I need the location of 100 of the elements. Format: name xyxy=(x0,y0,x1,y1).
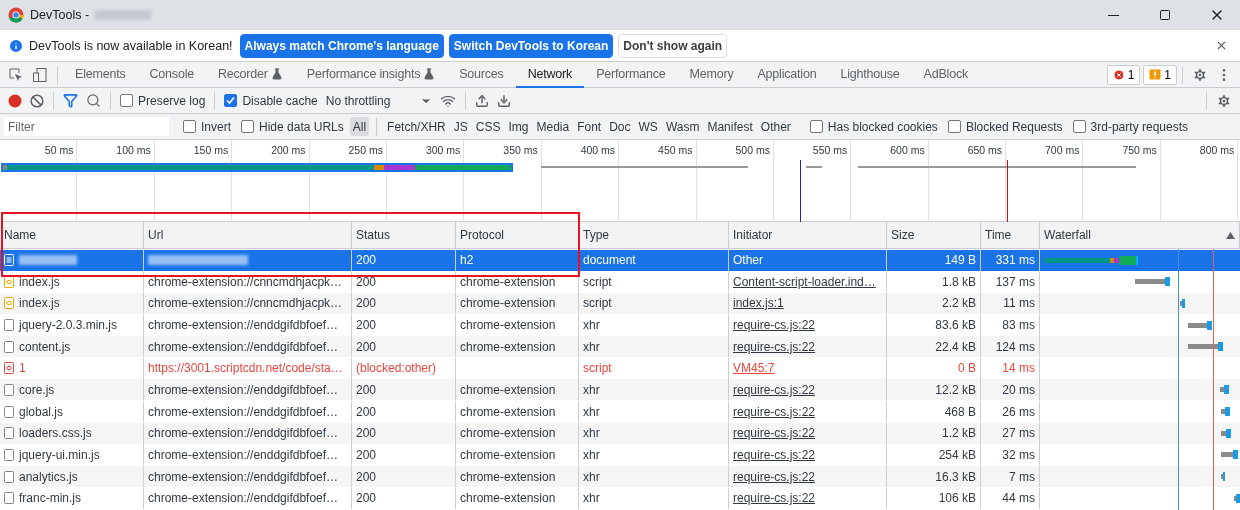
initiator-link[interactable]: require-cs.js:22 xyxy=(733,447,816,462)
waterfall-bar xyxy=(1188,320,1212,330)
request-name-cell[interactable] xyxy=(0,249,144,271)
type-filter-button[interactable]: Other xyxy=(757,117,794,136)
panel-tab[interactable]: Elements xyxy=(63,61,138,88)
document-icon xyxy=(4,254,14,267)
initiator-link[interactable]: require-cs.js:22 xyxy=(733,318,816,333)
panel-tab[interactable]: Performance insights xyxy=(294,61,448,88)
checkbox-option[interactable]: Disable cache xyxy=(220,93,322,108)
maximize-icon xyxy=(1159,9,1171,21)
column-header[interactable]: Size xyxy=(887,222,981,249)
request-name-cell[interactable]: analytics.js xyxy=(0,466,144,488)
waterfall-bar xyxy=(1221,472,1225,482)
panel-tab[interactable]: Recorder xyxy=(206,61,295,88)
protocol-cell: chrome-extension xyxy=(456,379,579,401)
type-cell: xhr xyxy=(579,422,729,444)
type-cell: xhr xyxy=(579,466,729,488)
error-counter[interactable]: 1 xyxy=(1106,64,1141,85)
checkbox-option[interactable]: Preserve log xyxy=(116,93,210,108)
type-filter-button[interactable]: Media xyxy=(533,117,573,136)
checkbox-option[interactable]: 3rd-party requests xyxy=(1068,119,1192,134)
type-filter-button[interactable]: Font xyxy=(574,117,605,136)
waterfall-bar xyxy=(1188,342,1223,352)
column-header[interactable]: Time xyxy=(981,222,1040,249)
column-header[interactable]: Protocol xyxy=(456,222,579,249)
type-filter-button[interactable]: Fetch/XHR xyxy=(384,117,449,136)
type-cell: script xyxy=(579,292,729,314)
request-name-cell[interactable]: index.js xyxy=(0,292,144,314)
minimize-icon xyxy=(1107,14,1119,16)
checkbox-option[interactable]: Blocked Requests xyxy=(943,119,1067,134)
type-filter-button[interactable]: Img xyxy=(505,117,532,136)
type-filter-button[interactable]: JS xyxy=(450,117,471,136)
panel-tab[interactable]: Console xyxy=(137,61,206,88)
initiator-link[interactable]: require-cs.js:22 xyxy=(733,383,816,397)
column-header[interactable]: Type xyxy=(579,222,729,249)
time-cell: 20 ms xyxy=(981,379,1040,401)
waterfall-bar xyxy=(1221,450,1238,460)
waterfall-bar xyxy=(1135,277,1170,287)
initiator-link[interactable]: VM45:7 xyxy=(733,361,775,376)
type-filter-button[interactable]: Manifest xyxy=(704,117,756,136)
column-header[interactable]: Url xyxy=(144,222,352,249)
type-filter-button[interactable]: CSS xyxy=(472,117,504,136)
time-cell: 27 ms xyxy=(981,422,1040,444)
type-filter-button[interactable]: Wasm xyxy=(662,117,703,136)
checkbox-option[interactable]: Hide data URLs xyxy=(237,119,348,134)
column-header[interactable]: Name xyxy=(0,222,144,249)
panel-tab[interactable]: Performance xyxy=(584,61,678,88)
warning-counter[interactable]: 1 xyxy=(1143,64,1177,85)
initiator-link[interactable]: Content-script-loader.ind… xyxy=(733,274,876,289)
type-cell: document xyxy=(579,249,729,271)
column-header[interactable]: Initiator xyxy=(729,222,887,249)
panel-tab[interactable]: Sources xyxy=(447,61,516,88)
flask-icon xyxy=(423,67,436,80)
type-filter-button[interactable]: All xyxy=(349,117,370,136)
browser-logo-icon xyxy=(8,7,24,23)
checkbox-option[interactable]: Has blocked cookies xyxy=(805,119,942,134)
initiator-link[interactable]: index.js:1 xyxy=(733,296,784,311)
column-header[interactable]: Status xyxy=(352,222,456,249)
file-icon xyxy=(4,340,14,353)
request-name-cell[interactable]: loaders.css.js xyxy=(0,422,144,444)
initiator-link[interactable]: require-cs.js:22 xyxy=(733,404,816,419)
status-cell: 200 xyxy=(352,466,456,488)
time-cell: 11 ms xyxy=(981,292,1040,314)
initiator-link[interactable]: require-cs.js:22 xyxy=(733,469,816,484)
time-cell: 124 ms xyxy=(981,336,1040,358)
status-cell: 200 xyxy=(352,379,456,401)
throttling-dropdown[interactable]: No throttling xyxy=(321,93,437,108)
initiator-link[interactable]: require-cs.js:22 xyxy=(733,491,816,506)
url-cell: chrome-extension://enddgifdbfoef… xyxy=(144,336,352,358)
panel-tab[interactable]: Application xyxy=(745,61,829,88)
url-cell: chrome-extension://enddgifdbfoef… xyxy=(144,422,352,444)
info-message: DevTools is now available in Korean! xyxy=(29,38,233,53)
initiator-link[interactable]: require-cs.js:22 xyxy=(733,339,816,354)
panel-tab[interactable]: AdBlock xyxy=(911,61,981,88)
infobar-button[interactable]: Switch DevTools to Korean xyxy=(448,33,614,58)
size-cell: 12.2 kB xyxy=(887,379,981,401)
checkbox-option[interactable]: Invert xyxy=(179,119,235,134)
column-header[interactable]: Waterfall xyxy=(1040,222,1240,249)
infobar-button[interactable]: Always match Chrome's language xyxy=(239,33,444,58)
info-icon xyxy=(8,37,24,54)
infobar-button[interactable]: Don't show again xyxy=(618,33,728,58)
url-cell: chrome-extension://enddgifdbfoef… xyxy=(144,466,352,488)
window-title: DevTools - xyxy=(30,8,90,22)
filter-field[interactable]: Filter xyxy=(4,117,169,136)
time-tick-label: 800 ms xyxy=(1160,140,1239,221)
panel-tab[interactable]: Lighthouse xyxy=(828,61,912,88)
blurred-text xyxy=(19,255,77,266)
file-icon xyxy=(4,427,14,440)
panel-tab[interactable]: Memory xyxy=(677,61,746,88)
protocol-cell: chrome-extension xyxy=(456,422,579,444)
file-icon xyxy=(4,405,14,418)
type-filter-button[interactable]: WS xyxy=(635,117,661,136)
type-cell: xhr xyxy=(579,336,729,358)
type-filter-button[interactable]: Doc xyxy=(606,117,634,136)
request-name-cell[interactable]: core.js xyxy=(0,379,144,401)
status-cell: 200 xyxy=(352,292,456,314)
initiator-cell: Other xyxy=(729,249,887,271)
status-cell: 200 xyxy=(352,336,456,358)
request-name-cell[interactable]: content.js xyxy=(0,336,144,358)
initiator-link[interactable]: require-cs.js:22 xyxy=(733,426,816,441)
